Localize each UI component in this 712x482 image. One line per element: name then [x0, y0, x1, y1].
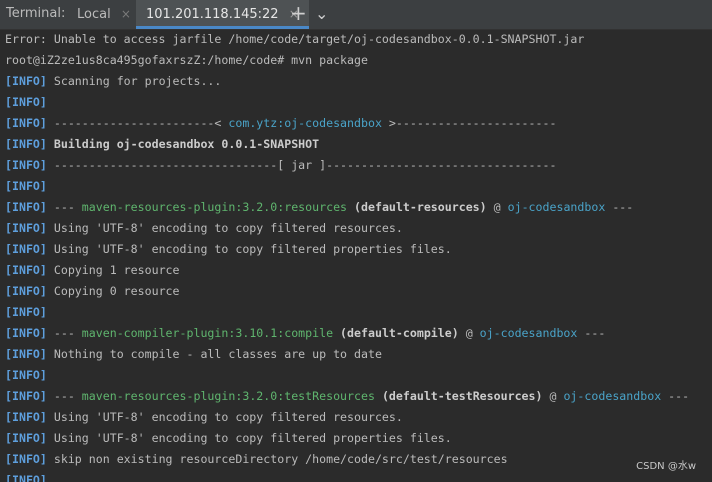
terminal-line: [INFO] [5, 470, 47, 482]
execution-id: (default-resources) [347, 200, 487, 214]
terminal-line: root@iZ2ze1us8ca495gofaxrszZ:/home/code#… [5, 50, 368, 71]
info-tag: [INFO] [5, 431, 47, 445]
terminal-line: [INFO] skip non existing resourceDirecto… [5, 449, 508, 470]
terminal-line: [INFO] Building oj-codesandbox 0.0.1-SNA… [5, 134, 319, 155]
project-name: oj-codesandbox [479, 326, 578, 340]
terminal-line: [INFO] Using 'UTF-8' encoding to copy fi… [5, 428, 452, 449]
terminal-output[interactable]: Error: Unable to access jarfile /home/co… [0, 29, 712, 482]
info-tag: [INFO] [5, 284, 47, 298]
terminal-line: [INFO] --- maven-resources-plugin:3.2.0:… [5, 197, 633, 218]
terminal-line: [INFO] [5, 92, 47, 113]
log-text: @ [542, 389, 564, 403]
execution-id: (default-compile) [333, 326, 459, 340]
terminal-line: [INFO] Copying 1 resource [5, 260, 180, 281]
info-tag: [INFO] [5, 410, 47, 424]
info-tag: [INFO] [5, 137, 47, 151]
new-tab-plus-icon[interactable]: + [290, 0, 307, 29]
info-tag: [INFO] [5, 389, 47, 403]
project-name: oj-codesandbox [507, 200, 606, 214]
log-text: Using 'UTF-8' encoding to copy filtered … [46, 221, 403, 235]
terminal-line: [INFO] --- maven-resources-plugin:3.2.0:… [5, 386, 689, 407]
info-tag: [INFO] [5, 305, 47, 319]
info-tag: [INFO] [5, 263, 47, 277]
log-text: Copying 1 resource [46, 263, 180, 277]
plugin-goal: maven-resources-plugin:3.2.0:testResourc… [81, 389, 375, 403]
terminal-line: Error: Unable to access jarfile /home/co… [5, 29, 584, 50]
log-text: @ [458, 326, 480, 340]
info-tag: [INFO] [5, 95, 47, 109]
terminal-line: [INFO] Copying 0 resource [5, 281, 180, 302]
terminal-line: [INFO] Using 'UTF-8' encoding to copy fi… [5, 239, 452, 260]
info-tag: [INFO] [5, 158, 47, 172]
terminal-line: [INFO] Nothing to compile - all classes … [5, 344, 382, 365]
terminal-line: [INFO] --------------------------------[… [5, 155, 556, 176]
log-text: Nothing to compile - all classes are up … [46, 347, 382, 361]
log-text: >----------------------- [381, 116, 557, 130]
info-tag: [INFO] [5, 368, 47, 382]
error-text: Error: Unable to access jarfile /home/co… [5, 32, 585, 46]
build-heading: Building oj-codesandbox 0.0.1-SNAPSHOT [46, 137, 320, 151]
terminal-line: [INFO] Using 'UTF-8' encoding to copy fi… [5, 407, 403, 428]
log-text: Using 'UTF-8' encoding to copy filtered … [46, 431, 452, 445]
execution-id: (default-testResources) [374, 389, 543, 403]
log-text: --- [661, 389, 690, 403]
tab-remote-session[interactable]: 101.201.118.145:22 × [136, 0, 309, 29]
log-text: --- [605, 200, 634, 214]
plugin-goal: maven-compiler-plugin:3.10.1:compile [81, 326, 334, 340]
info-tag: [INFO] [5, 74, 47, 88]
info-tag: [INFO] [5, 473, 47, 482]
info-tag: [INFO] [5, 221, 47, 235]
project-name: oj-codesandbox [563, 389, 662, 403]
log-text: --------------------------------[ jar ]-… [46, 158, 557, 172]
log-text: Using 'UTF-8' encoding to copy filtered … [46, 410, 403, 424]
terminal-line: [INFO] Scanning for projects... [5, 71, 221, 92]
log-text: skip non existing resourceDirectory /hom… [46, 452, 508, 466]
watermark: CSDN @水w [636, 461, 696, 472]
terminal-line: [INFO] --- maven-compiler-plugin:3.10.1:… [5, 323, 605, 344]
info-tag: [INFO] [5, 179, 47, 193]
log-text: --- [46, 200, 82, 214]
log-text: Scanning for projects... [46, 74, 222, 88]
close-icon[interactable]: × [121, 7, 131, 21]
info-tag: [INFO] [5, 326, 47, 340]
tab-local-label: Local [77, 7, 111, 22]
log-text: @ [486, 200, 508, 214]
info-tag: [INFO] [5, 116, 47, 130]
terminal-line: [INFO] [5, 176, 47, 197]
log-text: --- [46, 389, 82, 403]
terminal-title: Terminal: [6, 6, 66, 21]
terminal-line: [INFO] [5, 302, 47, 323]
terminal-line: [INFO] [5, 365, 47, 386]
artifact-id: com.ytz:oj-codesandbox [228, 116, 382, 130]
command-prompt: root@iZ2ze1us8ca495gofaxrszZ:/home/code#… [5, 53, 368, 67]
tab-local[interactable]: Local × [77, 0, 131, 29]
info-tag: [INFO] [5, 347, 47, 361]
terminal-line: [INFO] -----------------------< com.ytz:… [5, 113, 556, 134]
info-tag: [INFO] [5, 200, 47, 214]
terminal-line: [INFO] Using 'UTF-8' encoding to copy fi… [5, 218, 403, 239]
plugin-goal: maven-resources-plugin:3.2.0:resources [81, 200, 348, 214]
log-text: Using 'UTF-8' encoding to copy filtered … [46, 242, 452, 256]
info-tag: [INFO] [5, 452, 47, 466]
terminal-window: Terminal: Local × 101.201.118.145:22 × +… [0, 0, 712, 482]
chevron-down-icon[interactable]: ⌄ [315, 0, 328, 29]
log-text: Copying 0 resource [46, 284, 180, 298]
log-text: -----------------------< [46, 116, 229, 130]
terminal-tab-bar: Terminal: Local × 101.201.118.145:22 × +… [0, 0, 712, 30]
tab-remote-label: 101.201.118.145:22 [146, 7, 279, 22]
log-text: --- [46, 326, 82, 340]
log-text: --- [577, 326, 606, 340]
info-tag: [INFO] [5, 242, 47, 256]
